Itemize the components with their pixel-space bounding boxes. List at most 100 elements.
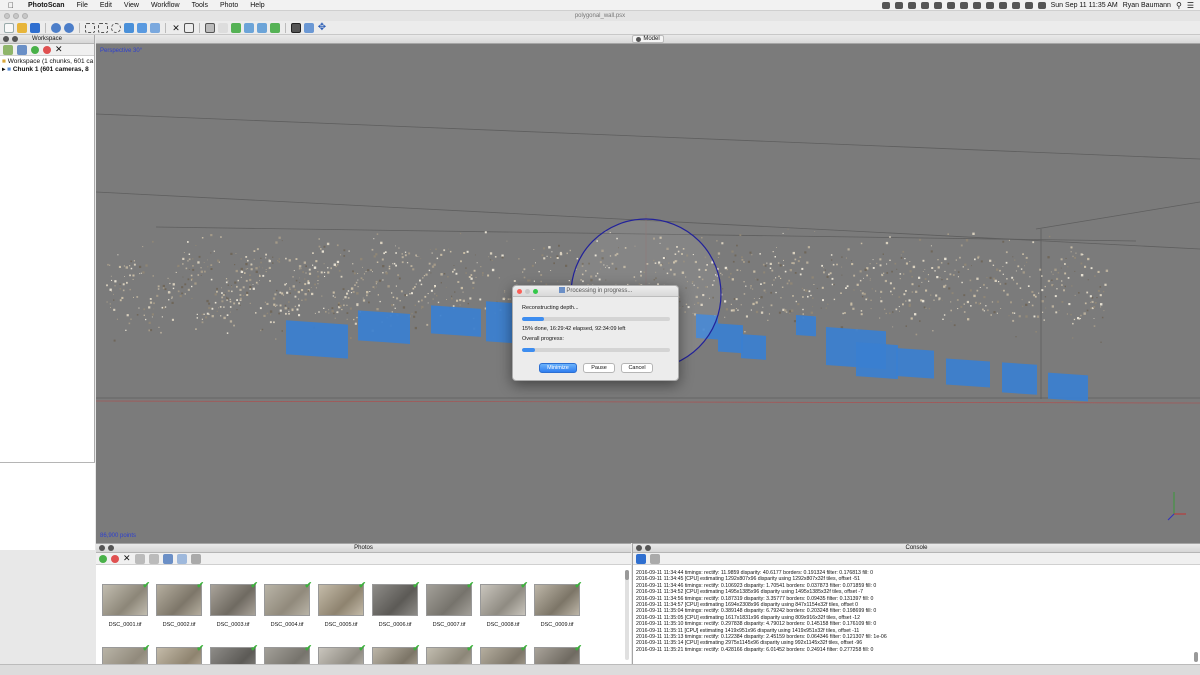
photo-thumbnail[interactable]: ✔ (480, 643, 528, 665)
photo-thumbnail[interactable]: ✔ (426, 643, 474, 665)
status-icon[interactable] (907, 2, 916, 9)
grid-icon[interactable] (205, 22, 215, 33)
minimize-window-button[interactable] (13, 13, 19, 19)
photo-thumbnail[interactable]: ✔ DSC_0001.tif (102, 580, 150, 628)
menu-workflow[interactable]: Workflow (145, 2, 186, 9)
left-arrow-icon[interactable] (231, 22, 241, 33)
minimize-button[interactable]: Minimize (539, 363, 577, 373)
photos-scroll-thumb[interactable] (625, 570, 629, 580)
clear-log-icon[interactable] (650, 553, 660, 564)
dialog-close-button[interactable] (517, 289, 522, 294)
photo-thumbnail[interactable]: ✔ (156, 643, 204, 665)
photo-thumbnail[interactable]: ✔ DSC_0008.tif (480, 580, 528, 628)
circle-select-icon[interactable] (111, 22, 121, 33)
delete-icon[interactable]: ✕ (171, 23, 181, 33)
rotate-left-icon[interactable] (134, 553, 145, 564)
status-icon[interactable] (959, 2, 968, 9)
disable-icon[interactable] (43, 45, 51, 54)
details-icon[interactable] (190, 553, 201, 564)
photo-thumbnail[interactable]: ✔ (534, 643, 582, 665)
photo-thumbnail[interactable]: ✔ (264, 643, 312, 665)
right-arrow-icon[interactable] (270, 22, 280, 33)
remove-icon[interactable]: ✕ (55, 44, 63, 55)
select-icon[interactable] (85, 22, 95, 33)
enable-icon[interactable] (99, 554, 107, 563)
close-icon[interactable] (636, 36, 642, 42)
rotate-icon[interactable] (137, 22, 147, 33)
navigate-icon[interactable]: ✥ (317, 22, 327, 33)
battery-icon[interactable] (1037, 2, 1046, 9)
float-icon[interactable] (645, 545, 651, 551)
close-icon[interactable] (3, 36, 9, 42)
status-icon[interactable] (972, 2, 981, 9)
expand-arrow-icon[interactable]: ▸ (2, 66, 5, 73)
photo-thumbnail[interactable]: ✔ DSC_0005.tif (318, 580, 366, 628)
menu-file[interactable]: File (71, 2, 94, 9)
float-icon[interactable] (108, 545, 114, 551)
photo-thumbnail[interactable]: ✔ DSC_0003.tif (210, 580, 258, 628)
photo-thumbnail[interactable]: ✔ DSC_0009.tif (534, 580, 582, 628)
status-icon[interactable] (985, 2, 994, 9)
apple-icon[interactable]:  (0, 1, 22, 10)
tab-model[interactable]: Model (632, 35, 664, 43)
photo-thumbnail[interactable]: ✔ (372, 643, 420, 665)
resize-icon[interactable] (150, 22, 160, 33)
undo-icon[interactable] (51, 22, 61, 33)
dialog-minimize-button[interactable] (525, 289, 530, 294)
status-icon[interactable] (946, 2, 955, 9)
new-icon[interactable] (4, 22, 14, 33)
tree-chunk[interactable]: ▸ ■ Chunk 1 (601 cameras, 8 (2, 66, 94, 74)
console-scroll-thumb[interactable] (1194, 652, 1198, 662)
down-arrow-icon[interactable] (257, 22, 267, 33)
photo-thumbnail[interactable]: ✔ (318, 643, 366, 665)
camera-icon[interactable] (291, 22, 301, 33)
rotate-right-icon[interactable] (148, 553, 159, 564)
menu-photo[interactable]: Photo (214, 2, 244, 9)
close-window-button[interactable] (4, 13, 10, 19)
add-photos-icon[interactable] (17, 44, 27, 55)
status-icon[interactable] (920, 2, 929, 9)
enable-icon[interactable] (31, 45, 39, 54)
cancel-button[interactable]: Cancel (621, 363, 653, 373)
dialog-zoom-button[interactable] (533, 289, 538, 294)
photo-thumbnail[interactable]: ✔ (102, 643, 150, 665)
photo-thumbnail[interactable]: ✔ DSC_0006.tif (372, 580, 420, 628)
save-log-icon[interactable] (636, 553, 646, 564)
float-icon[interactable] (12, 36, 18, 42)
status-icon[interactable] (894, 2, 903, 9)
move-icon[interactable] (124, 22, 134, 33)
close-icon[interactable] (636, 545, 642, 551)
up-arrow-icon[interactable] (244, 22, 254, 33)
photo-thumbnail[interactable]: ✔ DSC_0007.tif (426, 580, 474, 628)
open-icon[interactable] (17, 22, 27, 33)
rectangle-select-icon[interactable] (98, 22, 108, 33)
save-icon[interactable] (30, 22, 40, 33)
view-icon[interactable] (218, 22, 228, 33)
status-icon[interactable] (933, 2, 942, 9)
remove-icon[interactable]: ✕ (123, 553, 131, 564)
wifi-icon[interactable] (1011, 2, 1020, 9)
status-icon[interactable] (998, 2, 1007, 9)
shape-icon[interactable] (304, 22, 314, 33)
menu-edit[interactable]: Edit (94, 2, 118, 9)
menu-app-name[interactable]: PhotoScan (22, 2, 71, 9)
crop-icon[interactable] (184, 22, 194, 33)
menu-help[interactable]: Help (244, 2, 270, 9)
close-icon[interactable] (99, 545, 105, 551)
search-icon[interactable]: ⚲ (1176, 1, 1182, 10)
photo-thumbnail[interactable]: ✔ (210, 643, 258, 665)
redo-icon[interactable] (64, 22, 74, 33)
photo-thumbnail[interactable]: ✔ DSC_0002.tif (156, 580, 204, 628)
disable-icon[interactable] (111, 554, 119, 563)
photos-scrollbar[interactable] (625, 570, 629, 660)
status-icon[interactable] (881, 2, 890, 9)
volume-icon[interactable] (1024, 2, 1033, 9)
tree-root[interactable]: ■ Workspace (1 chunks, 601 ca (2, 58, 94, 66)
mask-icon[interactable] (162, 553, 173, 564)
view-mode-icon[interactable] (176, 553, 187, 564)
clock[interactable]: Sun Sep 11 11:35 AM (1051, 2, 1118, 9)
photo-thumbnail[interactable]: ✔ DSC_0004.tif (264, 580, 312, 628)
menu-view[interactable]: View (118, 2, 145, 9)
pause-button[interactable]: Pause (583, 363, 615, 373)
menu-tools[interactable]: Tools (186, 2, 214, 9)
